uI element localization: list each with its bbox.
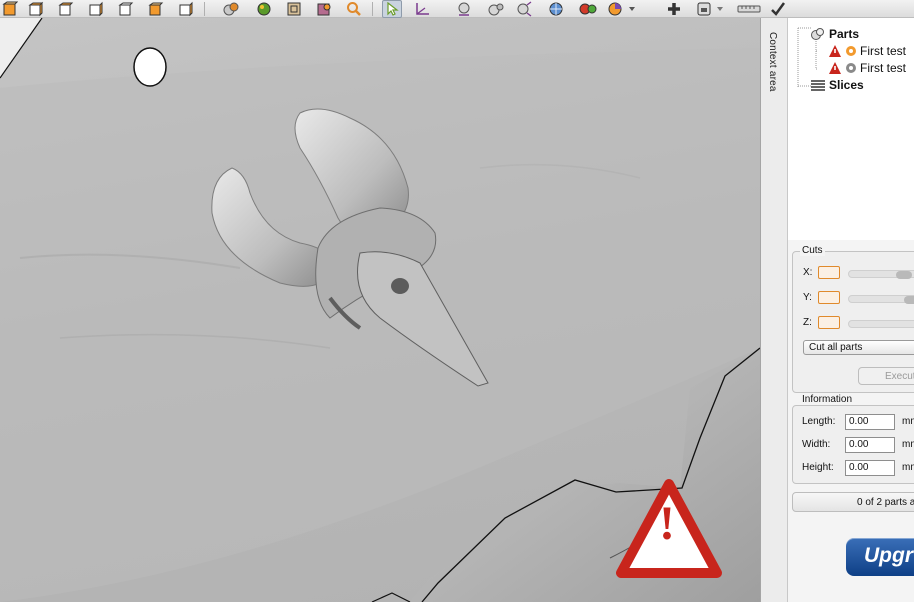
add-icon[interactable] xyxy=(664,0,684,18)
render-settings-icon[interactable] xyxy=(314,0,334,18)
sphere-group-icon[interactable] xyxy=(486,0,506,18)
tree-item-label: First test xyxy=(860,61,907,75)
ruler-icon[interactable] xyxy=(736,0,762,18)
cut-z-slider[interactable] xyxy=(848,320,914,328)
pie-menu-icon[interactable] xyxy=(606,0,638,18)
tree-item[interactable]: First test xyxy=(828,61,906,75)
context-area-tab[interactable]: Context area xyxy=(760,18,788,602)
save-copy-icon[interactable] xyxy=(694,0,726,18)
execute-button[interactable]: Execute xyxy=(858,367,914,385)
select-arrow-icon[interactable] xyxy=(382,0,402,18)
part-warning-icon xyxy=(829,45,841,57)
cut-y-toggle[interactable] xyxy=(818,291,840,304)
tree-item-label: First test xyxy=(860,44,907,58)
parts-status: 0 of 2 parts a xyxy=(792,492,914,512)
cuts-title: Cuts xyxy=(800,245,825,256)
globe-icon[interactable] xyxy=(546,0,566,18)
cut-y-slider-knob[interactable] xyxy=(904,296,914,304)
width-label: Width: xyxy=(802,439,831,450)
zoom-icon[interactable] xyxy=(344,0,364,18)
cut-z-label: Z: xyxy=(803,317,812,328)
measure-icon[interactable] xyxy=(412,0,432,18)
cut-mode-select[interactable]: Cut all parts xyxy=(803,340,914,355)
upgrade-button[interactable]: Upgr xyxy=(846,538,914,576)
length-unit: mm xyxy=(902,416,914,427)
wireframe-icon[interactable] xyxy=(284,0,304,18)
scan-surface-render xyxy=(0,18,760,602)
view-top-icon[interactable] xyxy=(146,0,166,18)
information-title: Information xyxy=(800,394,855,405)
warning-glyph: ! xyxy=(659,497,675,550)
width-unit: mm xyxy=(902,439,914,450)
view-right-icon[interactable] xyxy=(116,0,136,18)
length-field[interactable]: 0.00 xyxy=(845,414,895,430)
color-spheres-icon[interactable] xyxy=(578,0,598,18)
height-label: Height: xyxy=(802,462,834,473)
sphere-icon[interactable] xyxy=(454,0,474,18)
context-area-label: Context area xyxy=(767,32,778,92)
length-label: Length: xyxy=(802,416,836,427)
height-unit: mm xyxy=(902,462,914,473)
view-bottom-icon[interactable] xyxy=(176,0,196,18)
tree-slices-label: Slices xyxy=(829,78,864,92)
side-panel: Parts First test First test Slices Cuts … xyxy=(788,18,914,602)
main-toolbar xyxy=(0,0,914,18)
texture-icon[interactable] xyxy=(254,0,274,18)
part-warning-icon xyxy=(829,62,841,74)
cut-x-label: X: xyxy=(803,267,813,278)
tree-item[interactable]: First test xyxy=(828,44,906,58)
visible-eye-icon[interactable] xyxy=(845,45,857,57)
view-left-icon[interactable] xyxy=(86,0,106,18)
tree-parts-label: Parts xyxy=(829,27,860,41)
view-front-icon[interactable] xyxy=(26,0,46,18)
sphere-transform-icon[interactable] xyxy=(514,0,534,18)
slices-icon xyxy=(811,80,825,91)
check-icon[interactable] xyxy=(768,0,788,18)
cut-z-toggle[interactable] xyxy=(818,316,840,329)
view-solid-icon[interactable] xyxy=(0,0,20,18)
height-field[interactable]: 0.00 xyxy=(845,460,895,476)
tree-parts-node[interactable]: Parts xyxy=(810,27,859,41)
view-back-icon[interactable] xyxy=(56,0,76,18)
tree-slices-node[interactable]: Slices xyxy=(810,78,864,92)
cut-x-slider-knob[interactable] xyxy=(896,271,912,279)
cut-y-label: Y: xyxy=(803,292,812,303)
width-field[interactable]: 0.00 xyxy=(845,437,895,453)
3d-viewport[interactable]: ! xyxy=(0,18,760,602)
parts-tree[interactable]: Parts First test First test Slices xyxy=(788,18,914,240)
parts-icon xyxy=(811,28,824,40)
shading-icon[interactable] xyxy=(222,0,242,18)
cut-x-toggle[interactable] xyxy=(818,266,840,279)
hidden-eye-icon[interactable] xyxy=(845,62,857,74)
